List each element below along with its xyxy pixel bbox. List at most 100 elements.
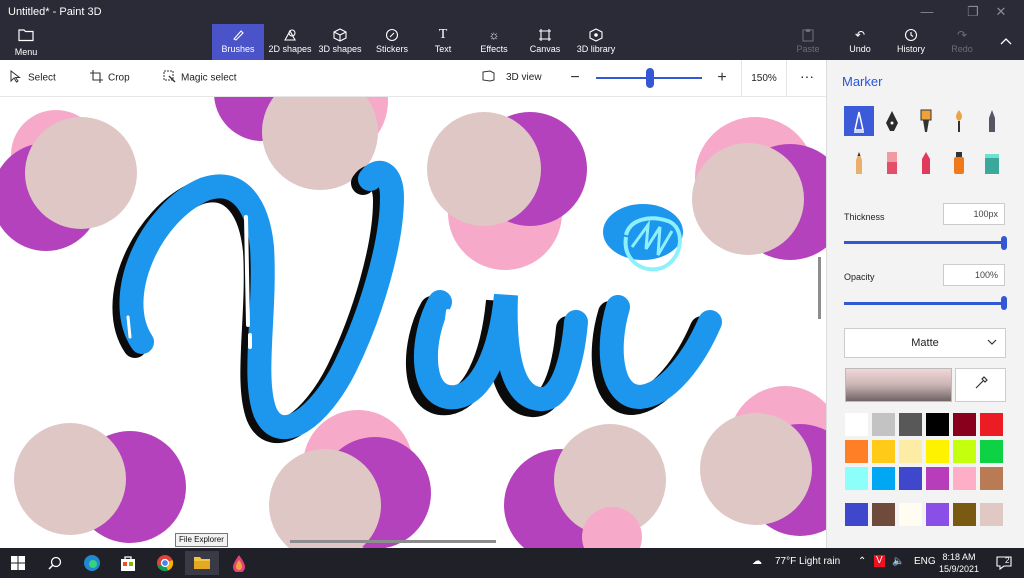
tab-3d-shapes[interactable]: 3D shapes (316, 24, 364, 60)
color-swatch[interactable] (979, 466, 1004, 491)
zoom-slider-thumb[interactable] (646, 68, 654, 88)
file-explorer-taskbar-button[interactable] (185, 551, 219, 575)
color-swatch[interactable] (925, 412, 950, 437)
color-swatch[interactable] (844, 466, 869, 491)
color-swatch[interactable] (844, 502, 869, 527)
language-indicator[interactable]: ENG (914, 556, 936, 567)
thickness-input[interactable]: 100px (943, 203, 1005, 225)
color-swatch[interactable] (925, 439, 950, 464)
color-swatch[interactable] (844, 439, 869, 464)
undo-icon: ↶ (854, 28, 866, 42)
color-swatch[interactable] (844, 412, 869, 437)
history-label: History (896, 44, 925, 54)
brush-calligraphy-pen[interactable] (877, 106, 907, 136)
tab-text[interactable]: T Text (424, 24, 462, 60)
window-title: Untitled* - Paint 3D (8, 6, 102, 18)
brush-crayon[interactable] (911, 148, 941, 178)
tab-effects[interactable]: ☼ Effects (474, 24, 514, 60)
collapse-ribbon-button[interactable] (992, 24, 1020, 60)
tab-label: 3D library (576, 44, 616, 54)
notification-center-button[interactable]: 2 (992, 552, 1016, 574)
zoom-in-button[interactable]: + (714, 68, 730, 88)
color-swatch[interactable] (979, 439, 1004, 464)
color-swatch[interactable] (952, 466, 977, 491)
color-swatch[interactable] (898, 502, 923, 527)
brush-spray-can[interactable] (944, 148, 974, 178)
close-button[interactable]: ✕ (978, 0, 1024, 24)
color-swatch[interactable] (952, 412, 977, 437)
tab-canvas[interactable]: Canvas (525, 24, 565, 60)
paint-3d-icon (233, 555, 245, 573)
current-color-preview[interactable] (845, 368, 952, 402)
start-button[interactable] (1, 551, 35, 575)
paint-3d-taskbar-button[interactable] (222, 551, 256, 575)
brush-oil[interactable] (911, 106, 941, 136)
chevron-up-icon (992, 24, 1020, 45)
color-swatch[interactable] (898, 412, 923, 437)
tab-label: Effects (480, 44, 508, 54)
undo-button[interactable]: ↶ Undo (843, 24, 877, 60)
color-swatch[interactable] (871, 412, 896, 437)
search-button[interactable] (38, 551, 72, 575)
canvas-horizontal-scrollbar[interactable] (290, 540, 496, 543)
redo-button[interactable]: ↷ Redo (946, 24, 978, 60)
chevron-up-icon[interactable]: ⌃ (858, 556, 866, 567)
brush-pencil[interactable] (844, 148, 874, 178)
color-swatch[interactable] (925, 466, 950, 491)
thickness-slider-thumb[interactable] (1001, 236, 1007, 250)
color-swatch[interactable] (871, 502, 896, 527)
history-button[interactable]: History (893, 24, 929, 60)
antivirus-icon[interactable]: V (874, 555, 885, 567)
zoom-level[interactable]: 150% (741, 60, 787, 97)
edge-taskbar-button[interactable] (75, 551, 109, 575)
color-swatch[interactable] (925, 502, 950, 527)
eyedropper-button[interactable] (955, 368, 1006, 402)
brush-fill[interactable] (977, 148, 1007, 178)
tab-3d-library[interactable]: 3D library (574, 24, 618, 60)
windows-logo-icon (11, 556, 25, 570)
store-taskbar-button[interactable] (111, 551, 145, 575)
crop-button[interactable]: Crop (90, 70, 130, 88)
color-swatch[interactable] (979, 412, 1004, 437)
chrome-taskbar-button[interactable] (148, 551, 182, 575)
history-icon (893, 24, 929, 44)
magic-select-button[interactable]: Magic select (163, 70, 237, 88)
system-clock[interactable]: 8:18 AM 15/9/2021 (935, 551, 983, 575)
select-button[interactable]: Select (10, 69, 56, 88)
more-options-button[interactable]: ··· (796, 68, 818, 88)
color-swatch[interactable] (871, 439, 896, 464)
speaker-icon[interactable]: 🔈 (892, 556, 904, 567)
zoom-out-button[interactable]: − (567, 68, 583, 88)
paste-button[interactable]: Paste (792, 24, 824, 60)
opacity-slider[interactable] (844, 302, 1004, 305)
color-swatch[interactable] (979, 502, 1004, 527)
beige-circle (427, 112, 541, 226)
pencil-icon (856, 152, 862, 174)
opacity-input[interactable]: 100% (943, 264, 1005, 286)
brush-pixel-pen[interactable] (977, 106, 1007, 136)
color-swatch[interactable] (898, 439, 923, 464)
drawing-canvas[interactable]: File Explorer (0, 97, 826, 548)
paint-3d-window: Untitled* - Paint 3D — ❐ ✕ Menu Brushes … (0, 0, 1024, 578)
menu-button[interactable]: Menu (8, 24, 44, 60)
color-swatch[interactable] (871, 466, 896, 491)
brush-eraser[interactable] (877, 148, 907, 178)
canvas-vertical-scrollbar[interactable] (818, 257, 821, 319)
library-icon (574, 24, 618, 44)
canvas-artwork[interactable] (0, 97, 826, 548)
tab-stickers[interactable]: Stickers (370, 24, 414, 60)
opacity-slider-thumb[interactable] (1001, 296, 1007, 310)
tab-2d-shapes[interactable]: 2D shapes (266, 24, 314, 60)
color-swatch[interactable] (952, 502, 977, 527)
eyedropper-icon (975, 376, 988, 389)
color-swatch[interactable] (952, 439, 977, 464)
brush-watercolor[interactable] (944, 106, 974, 136)
tab-brushes[interactable]: Brushes (212, 24, 264, 60)
brush-marker[interactable] (844, 106, 874, 136)
color-swatch[interactable] (898, 466, 923, 491)
3d-view-button[interactable]: 3D view (482, 70, 542, 88)
thickness-slider[interactable] (844, 241, 1004, 244)
minimize-button[interactable]: — (904, 0, 950, 24)
weather-status[interactable]: 77°F Light rain (775, 556, 840, 567)
finish-dropdown[interactable]: Matte (844, 328, 1006, 358)
